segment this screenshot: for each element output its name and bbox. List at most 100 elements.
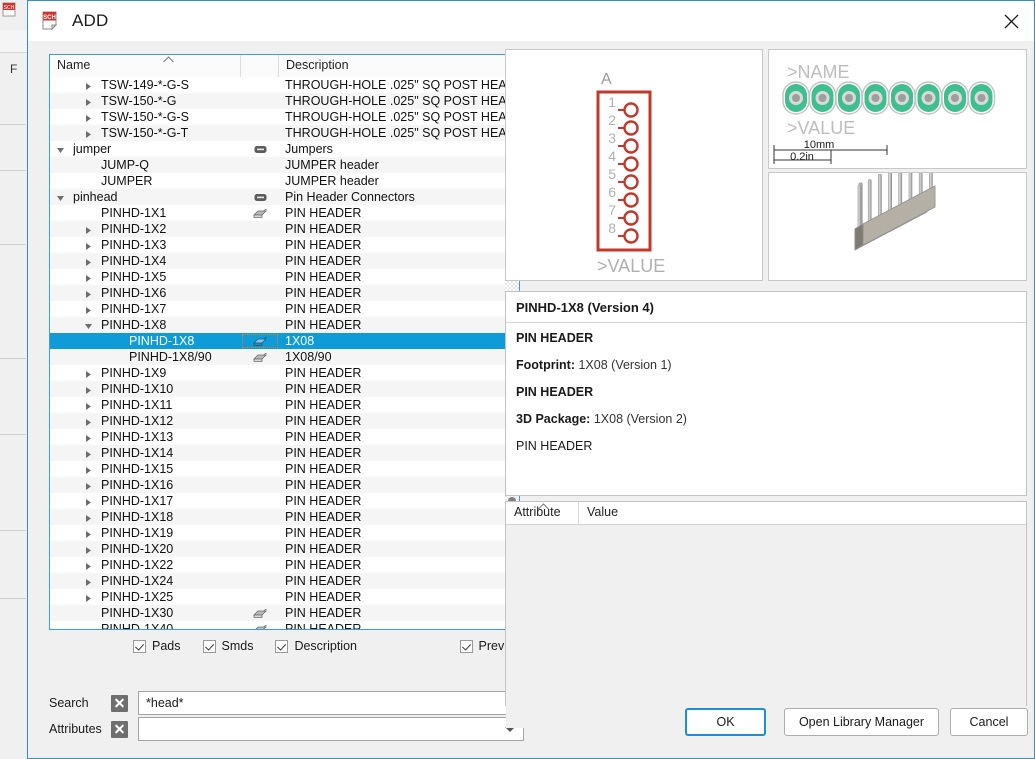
tree-indent-spacer [84, 175, 97, 188]
table-row[interactable]: PINHD-1X7PIN HEADER [50, 301, 519, 317]
column-header-icon[interactable] [241, 55, 279, 77]
table-row[interactable]: PINHD-1X13PIN HEADER [50, 429, 519, 445]
tree-row-name-cell: PINHD-1X2 [50, 221, 241, 237]
chevron-right-icon[interactable] [84, 223, 97, 236]
table-row[interactable]: PINHD-1X3PIN HEADER [50, 237, 519, 253]
table-row[interactable]: PINHD-1X17PIN HEADER [50, 493, 519, 509]
table-row[interactable]: PINHD-1X11PIN HEADER [50, 397, 519, 413]
table-row[interactable]: PINHD-1X81X08 [50, 333, 519, 349]
tree-item-label: PINHD-1X8 [101, 317, 166, 333]
table-row[interactable]: PINHD-1X2PIN HEADER [50, 221, 519, 237]
tree-row-name-cell: PINHD-1X24 [50, 573, 241, 589]
filter-checkbox-description[interactable]: Description [275, 639, 357, 653]
column-header-value[interactable]: Value [579, 502, 1026, 524]
open-library-manager-button[interactable]: Open Library Manager [784, 708, 939, 736]
table-row[interactable]: pinheadPin Header Connectors [50, 189, 519, 205]
table-row[interactable]: PINHD-1X19PIN HEADER [50, 525, 519, 541]
table-row[interactable]: PINHD-1X16PIN HEADER [50, 477, 519, 493]
table-row[interactable]: PINHD-1X1PIN HEADER [50, 205, 519, 221]
table-row[interactable]: PINHD-1X6PIN HEADER [50, 285, 519, 301]
chevron-right-icon[interactable] [84, 271, 97, 284]
ok-button[interactable]: OK [685, 708, 766, 736]
symbol-pin-pad [625, 140, 638, 153]
table-row[interactable]: PINHD-1X8PIN HEADER [50, 317, 519, 333]
package-3d-preview [768, 172, 1027, 281]
table-row[interactable]: PINHD-1X10PIN HEADER [50, 381, 519, 397]
chevron-right-icon[interactable] [84, 399, 97, 412]
checkbox-icon[interactable] [203, 640, 216, 653]
tree-row-name-cell: PINHD-1X4 [50, 253, 241, 269]
tree-icon-empty [241, 397, 279, 413]
table-row[interactable]: PINHD-1X5PIN HEADER [50, 269, 519, 285]
chevron-right-icon[interactable] [84, 287, 97, 300]
table-row[interactable]: PINHD-1X15PIN HEADER [50, 461, 519, 477]
table-row[interactable]: PINHD-1X24PIN HEADER [50, 573, 519, 589]
chevron-right-icon[interactable] [84, 511, 97, 524]
chevron-right-icon[interactable] [84, 95, 97, 108]
filter-checkbox-pads[interactable]: Pads [133, 639, 181, 653]
chevron-right-icon[interactable] [84, 383, 97, 396]
checkbox-icon[interactable] [275, 640, 288, 653]
chevron-right-icon[interactable] [84, 255, 97, 268]
tree-rows[interactable]: TSW-149-*-G-STHROUGH-HOLE .025" SQ POST … [50, 77, 519, 629]
chevron-right-icon[interactable] [84, 431, 97, 444]
chevron-down-icon[interactable] [56, 143, 69, 156]
table-row[interactable]: JUMPERJUMPER header [50, 173, 519, 189]
cancel-button[interactable]: Cancel [950, 708, 1028, 736]
attribute-table-header: Attribute Value [506, 502, 1026, 525]
tree-icon-empty [241, 221, 279, 237]
table-row[interactable]: jumperJumpers [50, 141, 519, 157]
table-row[interactable]: PINHD-1X18PIN HEADER [50, 509, 519, 525]
checkbox-icon[interactable] [133, 640, 146, 653]
filter-checkbox-smds[interactable]: Smds [203, 639, 254, 653]
tree-icon-empty [241, 461, 279, 477]
tree-row-name-cell: PINHD-1X19 [50, 525, 241, 541]
chevron-right-icon[interactable] [84, 575, 97, 588]
table-row[interactable]: PINHD-1X14PIN HEADER [50, 445, 519, 461]
close-icon[interactable] [988, 1, 1034, 41]
chevron-right-icon[interactable] [84, 239, 97, 252]
column-header-name[interactable]: Name [50, 55, 241, 77]
chevron-right-icon[interactable] [84, 303, 97, 316]
dialog-titlebar: SCH ADD [28, 1, 1034, 41]
table-row[interactable]: TSW-150-*-G-TTHROUGH-HOLE .025" SQ POST … [50, 125, 519, 141]
table-row[interactable]: PINHD-1X12PIN HEADER [50, 413, 519, 429]
checkbox-icon[interactable] [460, 640, 473, 653]
table-row[interactable]: TSW-150-*-G-STHROUGH-HOLE .025" SQ POST … [50, 109, 519, 125]
chevron-right-icon[interactable] [84, 111, 97, 124]
column-header-description[interactable]: Description [279, 55, 519, 77]
table-row[interactable]: TSW-149-*-G-STHROUGH-HOLE .025" SQ POST … [50, 77, 519, 93]
table-row[interactable]: PINHD-1X8/901X08/90 [50, 349, 519, 365]
table-row[interactable]: PINHD-1X4PIN HEADER [50, 253, 519, 269]
table-row[interactable]: PINHD-1X9PIN HEADER [50, 365, 519, 381]
table-row[interactable]: JUMP-QJUMPER header [50, 157, 519, 173]
column-header-attribute[interactable]: Attribute [506, 502, 579, 524]
chevron-right-icon[interactable] [84, 127, 97, 140]
chevron-right-icon[interactable] [84, 367, 97, 380]
table-row[interactable]: PINHD-1X40PIN HEADER [50, 621, 519, 629]
chevron-right-icon[interactable] [84, 415, 97, 428]
chevron-right-icon[interactable] [84, 559, 97, 572]
tree-item-description: THROUGH-HOLE .025" SQ POST HEA... [279, 109, 519, 125]
chevron-right-icon[interactable] [84, 479, 97, 492]
filter-checkbox-label: Description [294, 639, 357, 653]
library-tree[interactable]: Name Description TSW-149-*-G-STHROUGH-HO… [49, 54, 520, 630]
symbol-outline [598, 92, 650, 250]
chevron-right-icon[interactable] [84, 543, 97, 556]
chevron-right-icon[interactable] [84, 447, 97, 460]
chevron-right-icon[interactable] [84, 495, 97, 508]
symbol-pin-label: 6 [608, 184, 616, 200]
table-row[interactable]: PINHD-1X25PIN HEADER [50, 589, 519, 605]
attribute-table[interactable]: Attribute Value [505, 501, 1027, 706]
background-menu-file[interactable]: F [10, 62, 17, 76]
table-row[interactable]: TSW-150-*-GTHROUGH-HOLE .025" SQ POST HE… [50, 93, 519, 109]
table-row[interactable]: PINHD-1X30PIN HEADER [50, 605, 519, 621]
chevron-right-icon[interactable] [84, 79, 97, 92]
chevron-right-icon[interactable] [84, 527, 97, 540]
chevron-right-icon[interactable] [84, 463, 97, 476]
chevron-down-icon[interactable] [56, 191, 69, 204]
chevron-right-icon[interactable] [84, 591, 97, 604]
table-row[interactable]: PINHD-1X20PIN HEADER [50, 541, 519, 557]
chevron-down-icon[interactable] [84, 319, 97, 332]
table-row[interactable]: PINHD-1X22PIN HEADER [50, 557, 519, 573]
